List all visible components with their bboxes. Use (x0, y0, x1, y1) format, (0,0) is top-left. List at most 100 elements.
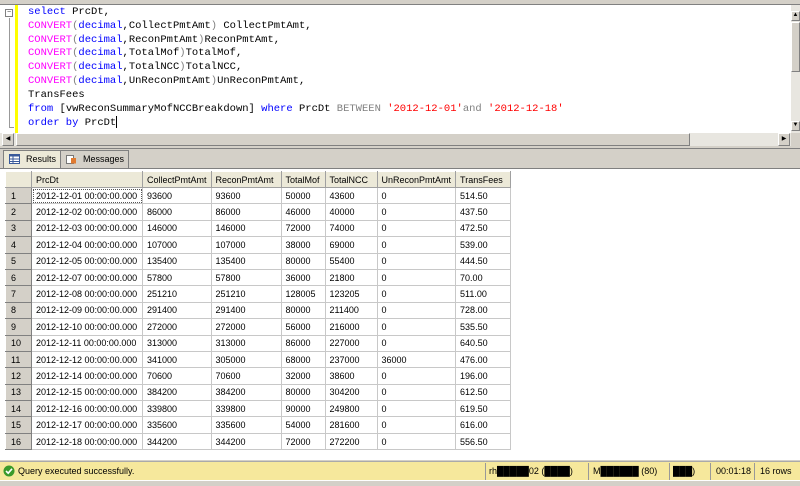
table-cell[interactable]: 0 (376, 334, 457, 352)
table-cell[interactable]: 339800 (142, 400, 212, 418)
tab-messages[interactable]: Messages (60, 150, 130, 168)
table-cell[interactable]: 2012-12-17 00:00:00.000 (31, 416, 143, 434)
table-cell[interactable]: 55400 (324, 252, 378, 270)
table-cell[interactable]: 514.50 (455, 186, 512, 205)
row-number[interactable]: 15 (5, 416, 32, 434)
table-row[interactable]: 12 2012-12-14 00:00:00.000 70600 70600 32000… (5, 367, 512, 385)
table-cell[interactable]: 216000 (324, 318, 378, 336)
table-cell[interactable]: 135400 (142, 252, 212, 270)
table-cell[interactable]: 46000 (280, 203, 326, 221)
column-header[interactable]: CollectPmtAmt (142, 171, 212, 188)
table-cell[interactable]: 2012-12-10 00:00:00.000 (31, 318, 143, 336)
table-cell[interactable]: 249800 (324, 400, 378, 418)
table-cell[interactable]: 476.00 (455, 350, 512, 369)
table-cell[interactable]: 556.50 (455, 432, 512, 451)
table-cell[interactable]: 86000 (210, 203, 282, 221)
table-cell[interactable]: 616.00 (455, 416, 512, 434)
row-number[interactable]: 16 (5, 432, 32, 451)
row-number[interactable]: 6 (5, 268, 32, 287)
table-cell[interactable]: 612.50 (455, 383, 512, 402)
table-cell[interactable]: 291400 (210, 301, 282, 320)
table-cell[interactable]: 146000 (142, 219, 212, 238)
table-cell[interactable]: 2012-12-12 00:00:00.000 (31, 350, 143, 369)
table-cell[interactable]: 619.50 (455, 400, 512, 418)
table-cell[interactable]: 2012-12-02 00:00:00.000 (31, 203, 143, 221)
table-cell[interactable]: 2012-12-05 00:00:00.000 (31, 252, 143, 270)
vertical-scroll-thumb[interactable] (791, 22, 800, 72)
table-row[interactable]: 16 2012-12-18 00:00:00.000 344200 344200 720… (5, 432, 512, 451)
table-cell[interactable]: 80000 (280, 252, 326, 270)
table-cell[interactable]: 54000 (280, 416, 326, 434)
table-cell[interactable]: 68000 (280, 350, 326, 369)
table-cell[interactable]: 86000 (280, 334, 326, 352)
table-cell[interactable]: 2012-12-03 00:00:00.000 (31, 219, 143, 238)
editor-horizontal-scrollbar[interactable]: ◀ ▶ (0, 133, 791, 146)
table-row[interactable]: 3 2012-12-03 00:00:00.000 146000 146000 7200… (5, 219, 512, 238)
table-row[interactable]: 4 2012-12-04 00:00:00.000 107000 107000 3800… (5, 236, 512, 254)
table-cell[interactable]: 0 (376, 367, 457, 385)
column-header[interactable]: ReconPmtAmt (210, 171, 282, 188)
table-cell[interactable]: 107000 (142, 236, 212, 254)
table-cell[interactable]: 291400 (142, 301, 212, 320)
pane-splitter[interactable] (0, 146, 800, 149)
column-header[interactable]: UnReconPmtAmt (376, 171, 457, 188)
table-cell[interactable]: 344200 (210, 432, 282, 451)
table-cell[interactable]: 640.50 (455, 334, 512, 352)
table-cell[interactable]: 444.50 (455, 252, 512, 270)
table-cell[interactable]: 335600 (210, 416, 282, 434)
table-cell[interactable]: 384200 (142, 383, 212, 402)
table-cell[interactable]: 511.00 (455, 285, 512, 303)
table-cell[interactable]: 272200 (324, 432, 378, 451)
table-cell[interactable]: 32000 (280, 367, 326, 385)
column-header[interactable]: PrcDt (31, 171, 143, 188)
table-cell[interactable]: 0 (376, 318, 457, 336)
row-number[interactable]: 10 (5, 334, 32, 352)
table-cell[interactable]: 0 (376, 252, 457, 270)
table-cell[interactable]: 2012-12-18 00:00:00.000 (31, 432, 143, 451)
table-row[interactable]: 1 2012-12-01 00:00:00.000 93600 93600 50000 4… (5, 186, 512, 205)
scroll-up-icon[interactable]: ▲ (791, 11, 800, 21)
table-cell[interactable]: 272000 (142, 318, 212, 336)
row-number[interactable]: 14 (5, 400, 32, 418)
row-number[interactable]: 4 (5, 236, 32, 254)
table-row[interactable]: 9 2012-12-10 00:00:00.000 272000 272000 5600… (5, 318, 512, 336)
table-cell[interactable]: 313000 (142, 334, 212, 352)
table-cell[interactable]: 70.00 (455, 268, 512, 287)
table-row[interactable]: 10 2012-12-11 00:00:00.000 313000 313000 860… (5, 334, 512, 352)
table-cell[interactable]: 0 (376, 285, 457, 303)
column-header[interactable]: TransFees (455, 171, 512, 188)
table-row[interactable]: 15 2012-12-17 00:00:00.000 335600 335600 540… (5, 416, 512, 434)
table-row[interactable]: 5 2012-12-05 00:00:00.000 135400 135400 8000… (5, 252, 512, 270)
table-cell[interactable]: 0 (376, 301, 457, 320)
collapse-icon[interactable]: − (5, 9, 13, 17)
row-number[interactable]: 3 (5, 219, 32, 238)
table-cell[interactable]: 90000 (280, 400, 326, 418)
row-number[interactable]: 5 (5, 252, 32, 270)
table-cell[interactable]: 341000 (142, 350, 212, 369)
table-cell[interactable]: 2012-12-09 00:00:00.000 (31, 301, 143, 320)
table-cell[interactable]: 0 (376, 268, 457, 287)
sql-editor[interactable]: − select PrcDt, CONVERT(decimal,CollectPm… (0, 5, 791, 133)
editor-vertical-scrollbar[interactable]: ▲ ▼ (791, 5, 800, 133)
table-cell[interactable]: 0 (376, 383, 457, 402)
table-cell[interactable]: 2012-12-15 00:00:00.000 (31, 383, 143, 402)
table-cell[interactable]: 272000 (210, 318, 282, 336)
table-cell[interactable]: 70600 (210, 367, 282, 385)
row-number[interactable]: 12 (5, 367, 32, 385)
scroll-left-icon[interactable]: ◀ (2, 133, 14, 146)
table-cell[interactable]: 69000 (324, 236, 378, 254)
table-cell[interactable]: 437.50 (455, 203, 512, 221)
table-row[interactable]: 6 2012-12-07 00:00:00.000 57800 57800 36000 2… (5, 268, 512, 287)
table-cell[interactable]: 251210 (210, 285, 282, 303)
row-number-header[interactable] (5, 171, 32, 188)
sql-code[interactable]: select PrcDt, CONVERT(decimal,CollectPmtA… (28, 6, 564, 131)
table-cell[interactable]: 38600 (324, 367, 378, 385)
table-cell[interactable]: 2012-12-11 00:00:00.000 (31, 334, 143, 352)
table-cell[interactable]: 123205 (324, 285, 378, 303)
table-cell[interactable]: 0 (376, 400, 457, 418)
table-row[interactable]: 14 2012-12-16 00:00:00.000 339800 339800 900… (5, 400, 512, 418)
table-cell[interactable]: 335600 (142, 416, 212, 434)
table-cell[interactable]: 40000 (324, 203, 378, 221)
row-number[interactable]: 7 (5, 285, 32, 303)
table-cell[interactable]: 86000 (142, 203, 212, 221)
